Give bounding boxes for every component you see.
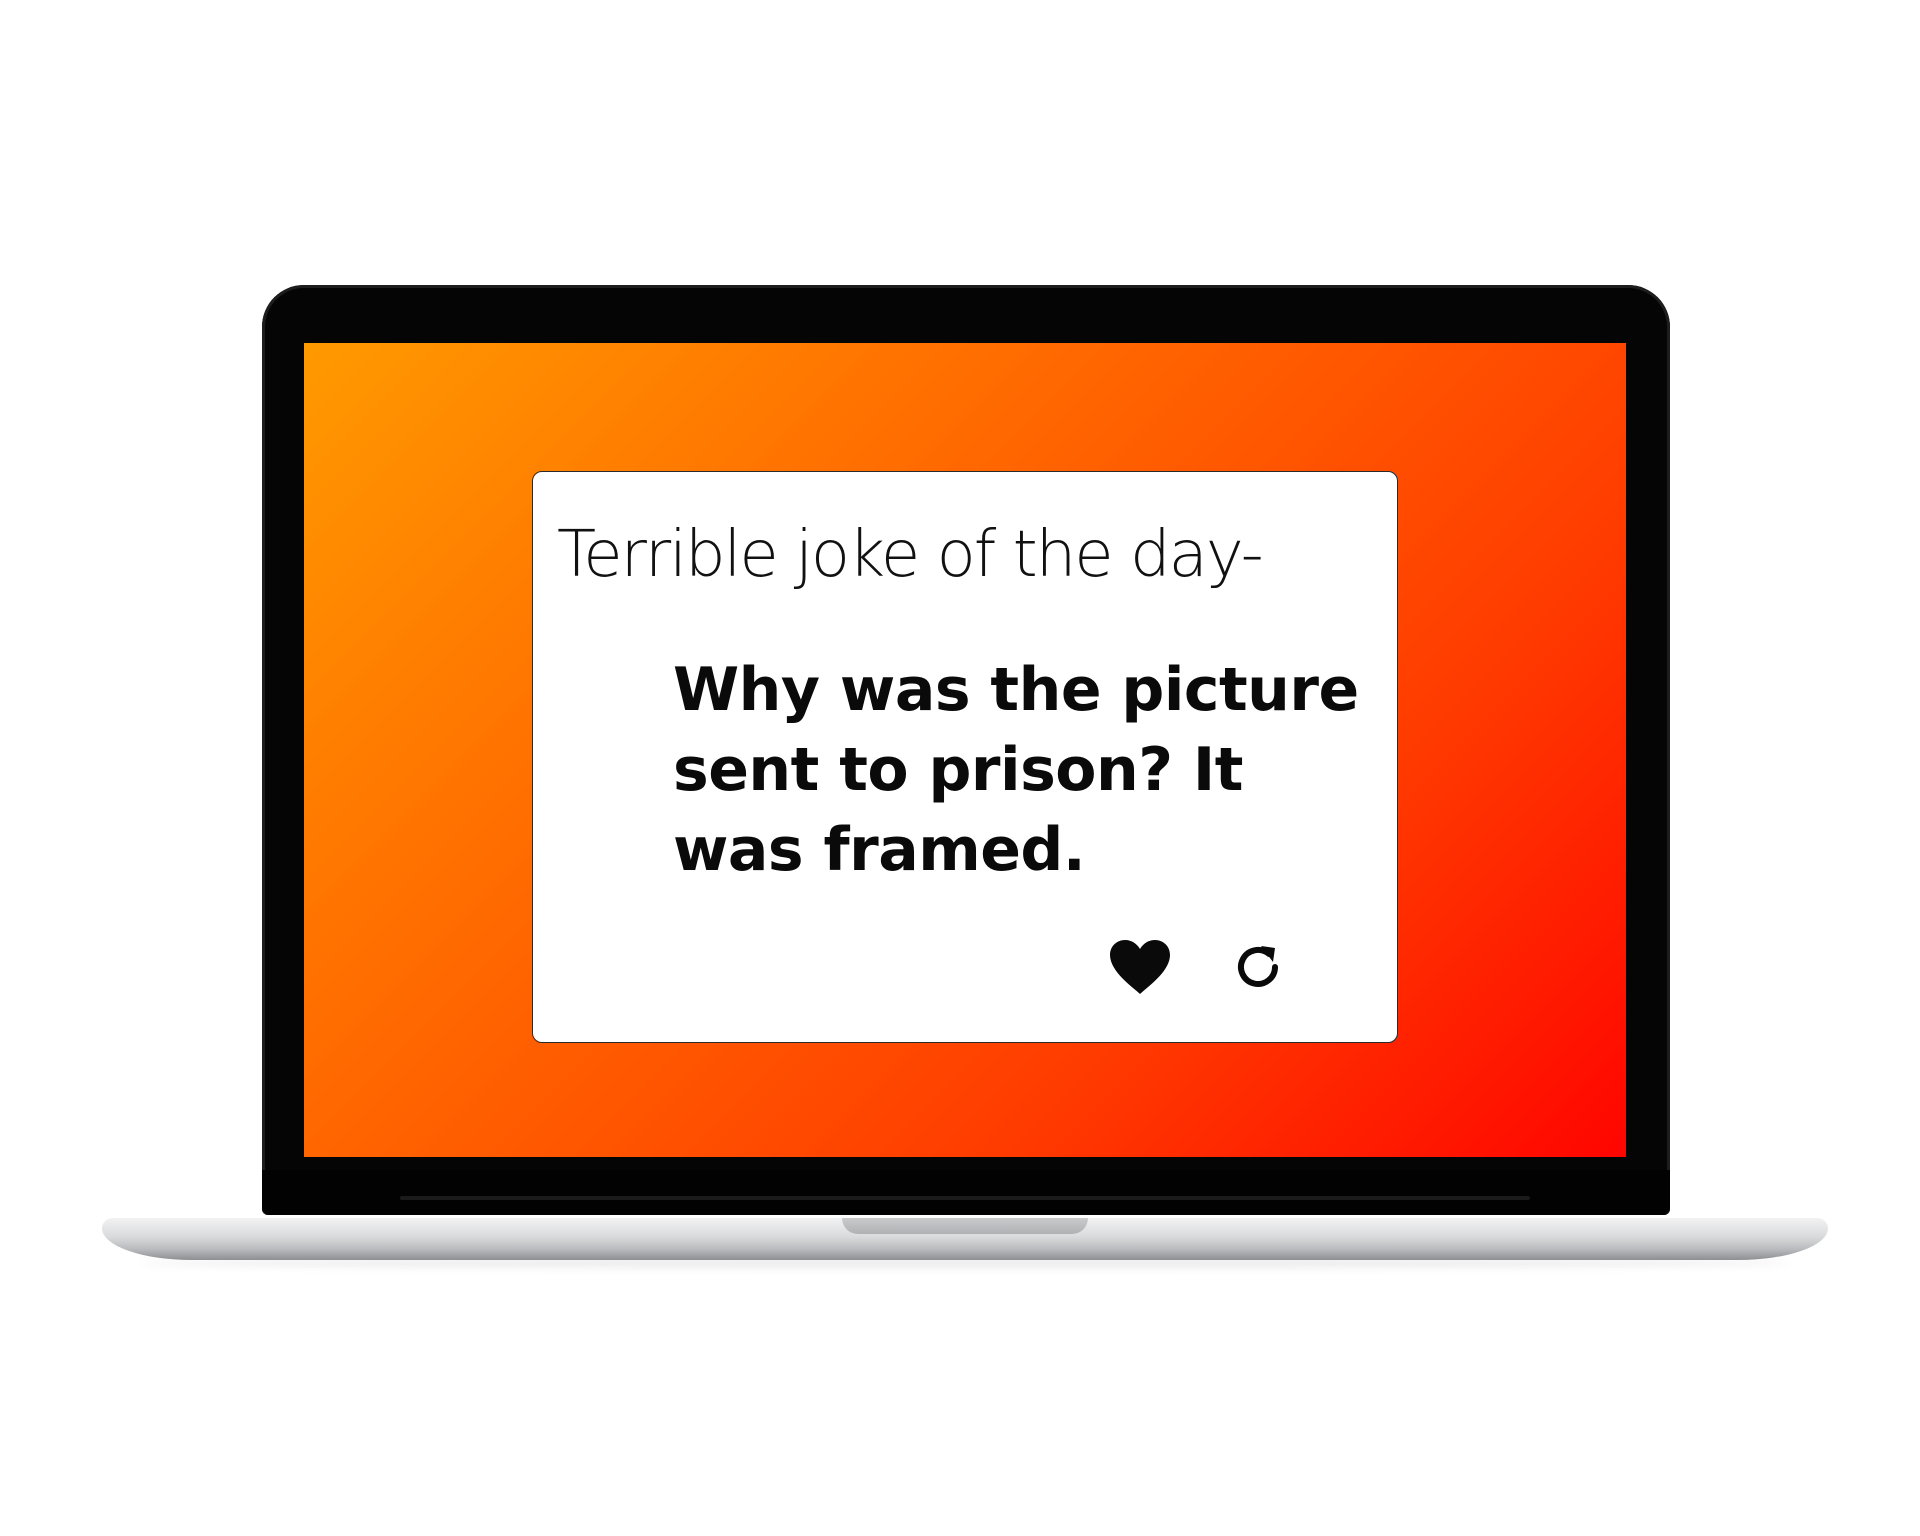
hinge-line	[400, 1196, 1530, 1200]
laptop-mockup: Terrible joke of the day- Why was the pi…	[0, 0, 1920, 1536]
refresh-button[interactable]	[1223, 932, 1293, 1002]
joke-card: Terrible joke of the day- Why was the pi…	[532, 471, 1398, 1043]
joke-text: Why was the picture sent to prison? It w…	[673, 655, 1359, 885]
like-button[interactable]	[1105, 932, 1175, 1002]
refresh-icon	[1231, 940, 1285, 994]
heart-icon	[1108, 938, 1172, 996]
card-title: Terrible joke of the day-	[557, 518, 1264, 592]
base-notch	[842, 1218, 1088, 1234]
laptop-hinge	[262, 1170, 1670, 1215]
laptop-screen: Terrible joke of the day- Why was the pi…	[304, 343, 1626, 1157]
card-actions	[1105, 932, 1305, 1002]
